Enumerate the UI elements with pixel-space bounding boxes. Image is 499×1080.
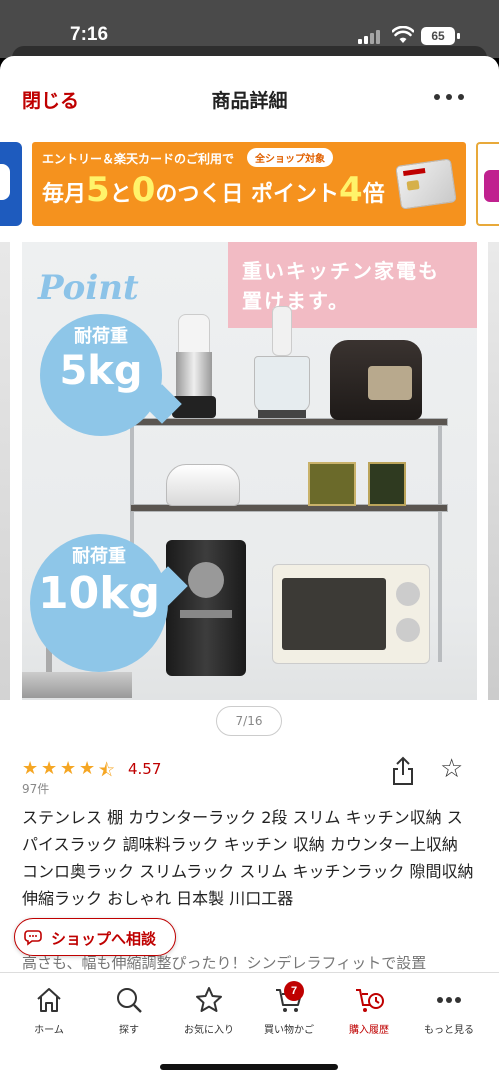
next-image[interactable]	[488, 242, 499, 758]
tea-tin-image	[308, 462, 356, 506]
point-label: Point	[38, 268, 139, 308]
previous-banner[interactable]	[0, 142, 22, 226]
more-options-icon[interactable]	[434, 94, 464, 102]
upper-load-value: 5kg	[59, 348, 143, 394]
share-icon[interactable]	[390, 756, 416, 786]
home-icon	[37, 988, 61, 1012]
review-count[interactable]: 97件	[22, 780, 49, 797]
image-pager: 7/16	[216, 706, 282, 736]
banner-line1: エントリー＆楽天カードのご利用で	[42, 152, 235, 166]
product-image[interactable]: 重いキッチン家電も 置けます。 Point 耐荷重 5kg 耐荷重 10kg	[22, 242, 477, 758]
wifi-icon	[392, 26, 414, 43]
chopper-image	[254, 306, 310, 418]
upper-load-title: 耐荷重	[74, 326, 128, 347]
promo-banner-carousel[interactable]: エントリー＆楽天カードのご利用で 全ショップ対象 毎月5と0のつく日 ポイント4…	[0, 140, 499, 228]
nav-header: 閉じる 商品詳細	[0, 56, 499, 138]
lower-load-value: 10kg	[38, 568, 160, 619]
rating-value: 4.57	[128, 760, 162, 778]
tea-tin-image-2	[368, 462, 406, 506]
cart-count-badge: 7	[284, 981, 304, 1001]
nav-home[interactable]: ホーム	[8, 981, 90, 1041]
status-time: 7:16	[70, 24, 109, 45]
banner-headline: 毎月5と0のつく日 ポイント4倍	[42, 170, 385, 210]
signal-icon	[358, 30, 382, 44]
star-icon	[196, 987, 222, 1012]
credit-card-image	[395, 158, 457, 210]
next-banner[interactable]	[476, 142, 499, 226]
history-icon	[356, 989, 384, 1012]
espresso-machine-image	[166, 540, 246, 676]
rice-cooker-image	[330, 340, 422, 420]
nav-purchase-history[interactable]: 購入履歴	[328, 981, 410, 1041]
rating-row[interactable]: ★ ★ ★ ★ ⯪ 4.57	[22, 758, 322, 781]
search-icon	[117, 988, 142, 1013]
nav-favorites[interactable]: お気に入り	[168, 981, 250, 1041]
toaster-oven-image	[272, 564, 430, 664]
battery-icon: 65	[421, 27, 455, 45]
promo-banner[interactable]: エントリー＆楽天カードのご利用で 全ショップ対象 毎月5と0のつく日 ポイント4…	[32, 142, 466, 226]
product-title: ステンレス 棚 カウンターラック 2段 スリム キッチン収納 スパイスラック 調…	[22, 808, 474, 908]
page-title: 商品詳細	[211, 90, 288, 112]
waffle-maker-image	[166, 464, 240, 506]
lower-load-title: 耐荷重	[72, 546, 126, 567]
chat-icon	[24, 930, 42, 946]
previous-image[interactable]	[0, 242, 10, 758]
product-image-gallery[interactable]: 重いキッチン家電も 置けます。 Point 耐荷重 5kg 耐荷重 10kg	[0, 242, 499, 758]
banner-badge: 全ショップ対象	[247, 148, 333, 167]
nav-more[interactable]: もっと見る	[408, 981, 490, 1041]
favorite-star-icon[interactable]: ☆	[440, 756, 468, 784]
more-icon	[437, 997, 461, 1003]
shop-consult-label: ショップへ相談	[51, 930, 157, 948]
home-indicator[interactable]	[160, 1064, 338, 1070]
shop-consult-button[interactable]: ショップへ相談	[14, 918, 176, 956]
nav-search[interactable]: 探す	[88, 981, 170, 1041]
